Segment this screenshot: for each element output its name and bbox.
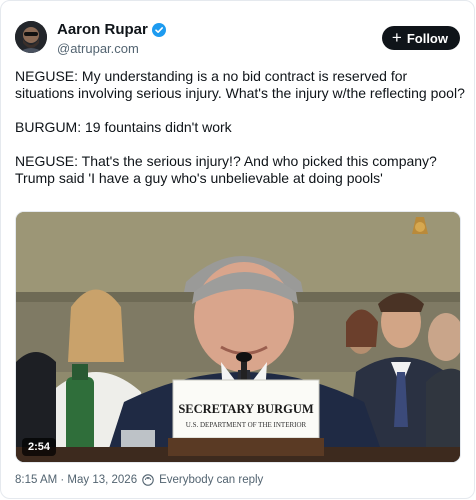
- video-frame: SECRETARY BURGUM U.S. DEPARTMENT OF THE …: [16, 212, 460, 462]
- nameplate-subtitle: U.S. DEPARTMENT OF THE INTERIOR: [186, 421, 307, 429]
- video-duration-badge: 2:54: [22, 438, 57, 456]
- avatar[interactable]: [15, 21, 47, 53]
- author-handle[interactable]: @atrupar.com: [57, 41, 166, 57]
- author-names: Aaron Rupar @atrupar.com: [57, 21, 166, 57]
- video-player[interactable]: SECRETARY BURGUM U.S. DEPARTMENT OF THE …: [15, 211, 461, 463]
- plus-icon: +: [391, 28, 402, 47]
- post-paragraph: BURGUM: 19 fountains didn't work: [15, 119, 232, 135]
- author-display-name[interactable]: Aaron Rupar: [57, 21, 148, 39]
- post-header: Aaron Rupar @atrupar.com + Follow: [15, 21, 460, 61]
- follow-button[interactable]: + Follow: [381, 26, 460, 50]
- post-paragraph: NEGUSE: That's the serious injury!? And …: [15, 153, 437, 186]
- post-footer: 8:15 AM · May 13, 2026 Everybody can rep…: [15, 474, 263, 486]
- reply-setting-label: Everybody can reply: [159, 474, 264, 486]
- post-card: Aaron Rupar @atrupar.com + Follow NEGUSE…: [0, 0, 475, 499]
- verified-badge-icon: [151, 23, 166, 37]
- post-paragraph: NEGUSE: My understanding is a no bid con…: [15, 68, 465, 101]
- post-timestamp[interactable]: 8:15 AM · May 13, 2026: [15, 474, 137, 486]
- post-text: NEGUSE: My understanding is a no bid con…: [15, 68, 465, 204]
- reply-setting-icon: [142, 474, 154, 486]
- follow-label: Follow: [406, 30, 448, 46]
- nameplate-title: SECRETARY BURGUM: [178, 402, 314, 416]
